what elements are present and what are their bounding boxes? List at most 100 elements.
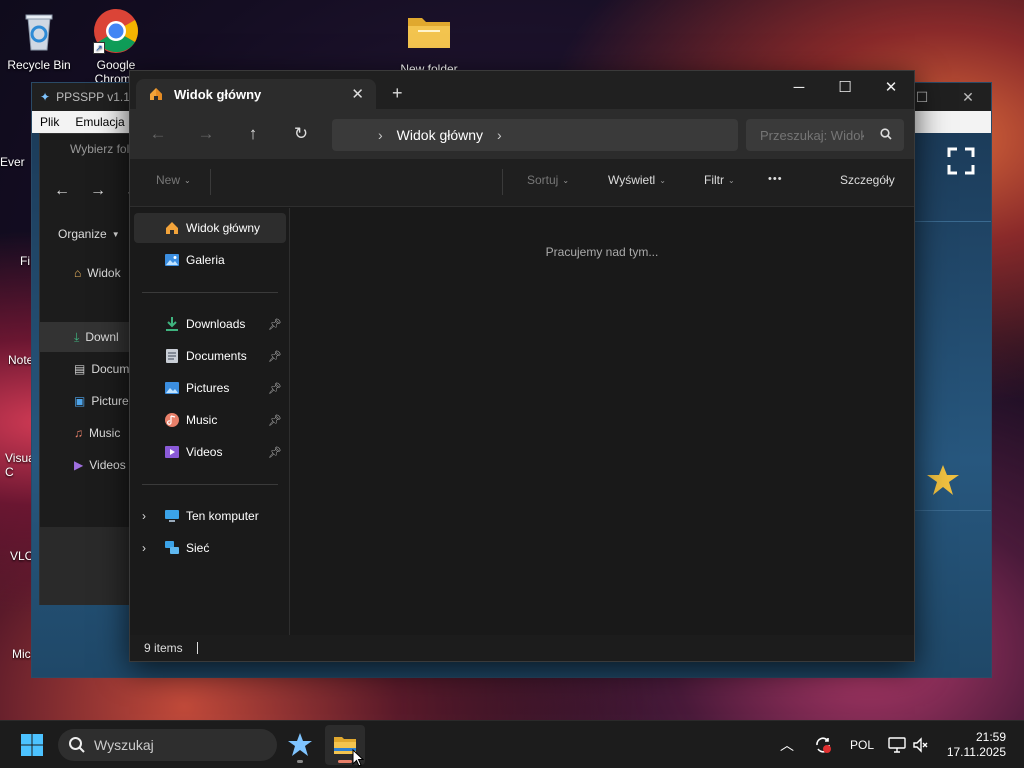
nav-label: Videos: [186, 445, 223, 459]
up-button[interactable]: ↑: [237, 121, 269, 147]
search-icon[interactable]: [880, 127, 892, 143]
breadcrumb-chevron-icon[interactable]: ›: [497, 127, 502, 143]
status-bar: 9 items: [130, 635, 914, 661]
search-input[interactable]: [760, 127, 864, 143]
nav-label: Music: [186, 413, 218, 427]
home-icon: [148, 86, 164, 102]
ppsspp-close-button[interactable]: ✕: [945, 83, 991, 111]
nav-label: Ten komputer: [186, 509, 259, 523]
breadcrumb-home[interactable]: Widok główny: [397, 127, 483, 143]
loading-status: Pracujemy nad tym...: [545, 245, 659, 259]
nav-label: Galeria: [186, 253, 225, 267]
desktop-icon-label: Fi: [20, 254, 30, 268]
sort-button[interactable]: Sortuj ⌄: [527, 173, 569, 187]
show-hidden-icons-chevron-icon[interactable]: ︿: [780, 735, 794, 755]
desktop-icon-new-folder[interactable]: New folder: [393, 12, 465, 76]
nav-item-gallery[interactable]: Galeria: [134, 245, 286, 275]
chevron-down-icon: ⌄: [184, 175, 191, 185]
chevron-right-icon[interactable]: ›: [142, 509, 146, 523]
folder-icon: [406, 12, 452, 58]
taskbar-search[interactable]: Wyszukaj: [58, 729, 277, 761]
shortcut-arrow-icon: ↗: [93, 42, 105, 54]
back-button[interactable]: ←: [142, 121, 174, 147]
filter-button[interactable]: Filtr ⌄: [704, 173, 735, 187]
ppsspp-logo-icon: ✦: [40, 90, 51, 104]
new-tab-button[interactable]: +: [392, 83, 403, 104]
dialog-nav-label: Music: [89, 426, 121, 440]
nav-label: Sieć: [186, 541, 210, 555]
desktop-icon-label: Note: [8, 353, 34, 367]
nav-label: Widok główny: [186, 221, 261, 235]
fullscreen-icon[interactable]: [947, 147, 975, 175]
nav-item-network[interactable]: › Sieć: [134, 533, 286, 563]
forward-button[interactable]: →: [190, 121, 222, 147]
recycle-bin-icon: [16, 8, 62, 54]
search-box[interactable]: [746, 119, 904, 151]
breadcrumb-chevron-icon[interactable]: ›: [378, 127, 383, 143]
nav-item-home[interactable]: Widok główny: [134, 213, 286, 243]
start-button[interactable]: [20, 733, 44, 757]
network-icon: [164, 540, 180, 556]
more-options-button[interactable]: •••: [768, 173, 783, 185]
status-divider: [196, 642, 198, 654]
dialog-nav-label: Widok: [87, 266, 121, 280]
details-button[interactable]: Szczegóły: [840, 173, 895, 187]
nav-item-documents[interactable]: Documents 📌︎: [134, 341, 286, 371]
dialog-nav-label: Picture: [91, 394, 129, 408]
nav-item-this-pc[interactable]: › Ten komputer: [134, 501, 286, 531]
more-icon: •••: [768, 173, 783, 185]
item-count: 9 items: [144, 641, 183, 655]
pin-icon[interactable]: 📌︎: [268, 318, 282, 331]
chevron-right-icon[interactable]: ›: [142, 541, 146, 555]
taskbar-app-ppsspp[interactable]: [280, 725, 320, 765]
forward-arrow-icon[interactable]: →: [90, 182, 106, 200]
nav-item-music[interactable]: Music 📌︎: [134, 405, 286, 435]
dialog-nav-label: Docum: [91, 362, 130, 376]
refresh-button[interactable]: ↻: [285, 121, 317, 147]
desktop-icon-recycle-bin[interactable]: Recycle Bin: [3, 8, 75, 72]
gallery-icon: [164, 252, 180, 268]
windows-logo-icon: [21, 734, 43, 756]
maximize-button[interactable]: ☐: [822, 71, 868, 103]
nav-item-pictures[interactable]: Pictures 📌︎: [134, 373, 286, 403]
active-indicator: [338, 760, 352, 763]
display-icon[interactable]: [888, 737, 906, 753]
pin-icon[interactable]: 📌︎: [268, 350, 282, 363]
tab-home[interactable]: Widok główny ✕: [136, 79, 376, 109]
home-icon: ⌂: [74, 266, 82, 280]
nav-item-downloads[interactable]: Downloads 📌︎: [134, 309, 286, 339]
document-icon: ▤: [74, 362, 86, 376]
language-indicator[interactable]: POL: [850, 738, 874, 752]
running-indicator: [297, 760, 303, 763]
clock-time: 21:59: [975, 730, 1006, 744]
address-bar[interactable]: › Widok główny ›: [332, 119, 738, 151]
tab-bar: Widok główny ✕ + ─ ☐ ✕: [130, 71, 914, 109]
details-label: Szczegóły: [840, 173, 895, 187]
menu-emulacja[interactable]: Emulacja: [67, 115, 132, 129]
content-area[interactable]: Pracujemy nad tym...: [290, 208, 914, 638]
file-explorer-window[interactable]: Widok główny ✕ + ─ ☐ ✕ ← → ↑ ↻ › Widok g…: [129, 70, 915, 662]
new-button[interactable]: New ⌄: [156, 173, 191, 187]
view-button[interactable]: Wyświetl ⌄: [608, 173, 666, 187]
pin-icon[interactable]: 📌︎: [268, 382, 282, 395]
pin-icon[interactable]: 📌︎: [268, 414, 282, 427]
download-icon: [164, 316, 180, 332]
desktop-icon-label: Recycle Bin: [7, 58, 71, 72]
music-icon: [164, 412, 180, 428]
close-button[interactable]: ✕: [868, 71, 914, 103]
nav-item-videos[interactable]: Videos 📌︎: [134, 437, 286, 467]
tab-close-icon[interactable]: ✕: [351, 85, 364, 103]
clock[interactable]: 21:59 17.11.2025: [947, 730, 1006, 760]
back-arrow-icon[interactable]: ←: [54, 182, 70, 200]
sort-label: Sortuj: [527, 173, 559, 187]
pin-icon[interactable]: 📌︎: [268, 446, 282, 459]
volume-muted-icon[interactable]: [912, 737, 928, 753]
command-bar: New ⌄ Sortuj ⌄ Wyświetl ⌄ Filtr ⌄ ••• Sz…: [130, 159, 914, 207]
menu-plik[interactable]: Plik: [32, 115, 67, 129]
sync-warning-icon[interactable]: [814, 736, 832, 754]
video-icon: ▶: [74, 458, 84, 472]
nav-label: Downloads: [186, 317, 246, 331]
minimize-button[interactable]: ─: [776, 71, 822, 103]
clock-date: 17.11.2025: [946, 745, 1006, 759]
divider: [502, 169, 503, 195]
